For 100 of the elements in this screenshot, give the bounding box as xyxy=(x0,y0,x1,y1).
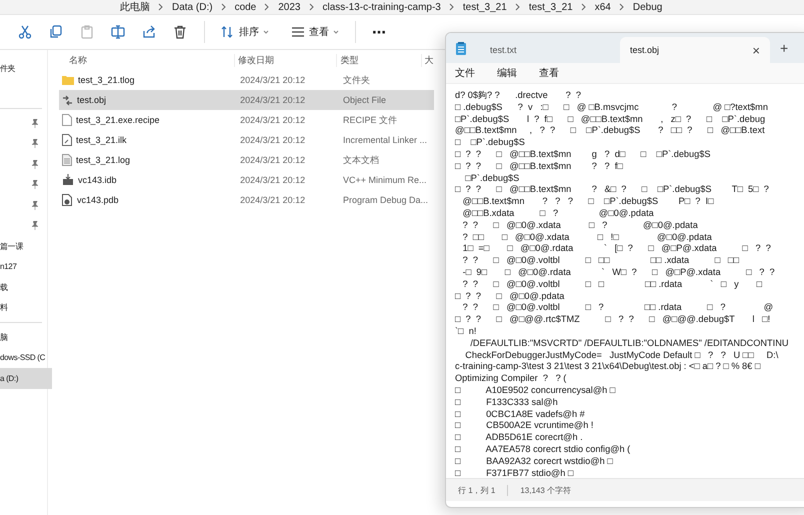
text-line: □ ? ? □ @□□B.text$mn g ? d□ □ □P`.debug$S xyxy=(455,148,712,161)
new-tab-button[interactable]: + xyxy=(780,40,788,56)
breadcrumb-item[interactable]: 2023 xyxy=(278,2,300,12)
share-icon[interactable] xyxy=(142,25,156,39)
breadcrumb-item[interactable]: test_3_21 xyxy=(528,2,573,12)
file-name: test_3_21.ilk xyxy=(76,135,127,145)
file-date: 2024/3/21 20:12 xyxy=(240,75,306,85)
text-line: □ ? ? □ @□0@.pdata xyxy=(455,290,566,302)
text-line: ? ? □ @□0@.xdata □ ? @□0@.pdata xyxy=(462,220,699,232)
file-row[interactable]: test_3_21.exe.recipe 2024/3/21 20:12 RECIPE 文件 xyxy=(59,110,434,130)
breadcrumb-item[interactable]: test_3_21 xyxy=(462,2,507,12)
breadcrumb-item[interactable]: Data (D:) xyxy=(172,2,213,12)
text-line: □ 0CBC1A8E vadefs@h # xyxy=(455,408,586,420)
text-line: □ BAA92A32 corecrt wstdio@h □ xyxy=(455,456,614,468)
debug-file-icon xyxy=(62,194,73,206)
file-type: 文本文档 xyxy=(342,154,380,166)
copy-icon[interactable] xyxy=(49,25,63,39)
chevron-icon xyxy=(220,3,227,11)
text-line: ? ? □ @□0@.voltbl □ □ □□ .rdata ` □ y □ xyxy=(462,278,764,291)
text-line: `□ n! xyxy=(455,326,478,338)
gear-arrows-icon xyxy=(62,94,73,106)
file-row[interactable]: test_3_21.ilk 2024/3/21 20:12 Incremental Linker ... xyxy=(59,130,434,150)
text-line: c-training-camp-3\test 3 21\test 3 21\x64\Debug\test.obj : <□ a□ ? □ % 8€ □ xyxy=(455,361,762,374)
text-line: CheckForDebuggerJustMyCode= JustMyCode Default □ ? ? U □□ D:\ xyxy=(464,350,780,362)
file-name: test_3_21.log xyxy=(76,155,130,165)
file-icon xyxy=(62,114,72,126)
sidebar-item[interactable]: 料 xyxy=(0,298,42,318)
sidebar-item[interactable]: a (D:) xyxy=(0,368,52,388)
view-button[interactable]: 查看 xyxy=(285,22,345,42)
paste-icon xyxy=(80,25,94,39)
sidebar-item[interactable]: 载 xyxy=(0,277,42,298)
sort-button[interactable]: 排序 xyxy=(215,22,275,42)
file-date: 2024/3/21 20:12 xyxy=(240,195,306,205)
sidebar-item[interactable]: 篇一课 xyxy=(0,236,42,256)
text-line: ? ? □ @□0@.voltbl □ ? □□ .rdata □ ? @ xyxy=(462,302,774,314)
text-line: 1□ =□ □ @□0@.rdata ` [□ ? □ @□P@.xdata □ ? ? xyxy=(462,243,772,256)
file-row[interactable]: vc143.pdb 2024/3/21 20:12 Program Debug Da... xyxy=(59,190,434,210)
file-date: 2024/3/21 20:12 xyxy=(240,135,306,145)
breadcrumb-item[interactable]: class-13-c-training-camp-3 xyxy=(322,2,441,12)
text-line: □P`.debug$S l ? f□ □ @□□B.text$mn , z□ ? □ □P`.debug xyxy=(455,114,766,126)
sidebar-item[interactable]: 件夹 xyxy=(0,58,42,78)
breadcrumb-item[interactable]: 此电脑 xyxy=(120,0,150,14)
file-name: test_3_21.exe.recipe xyxy=(76,115,160,125)
rename-icon[interactable] xyxy=(111,25,125,39)
trash-icon[interactable] xyxy=(173,25,187,39)
notepad-tab[interactable]: test.obj × xyxy=(620,37,770,63)
breadcrumb-item[interactable]: x64 xyxy=(594,2,611,12)
text-line: ? ? □ @□0@.voltbl □ □□ □□ .xdata □ □□ xyxy=(462,255,740,267)
file-name: vc143.idb xyxy=(78,175,117,185)
file-name: vc143.pdb xyxy=(77,195,119,205)
file-type: Program Debug Da... xyxy=(342,195,430,205)
notepad-tab[interactable]: test.txt xyxy=(480,37,620,63)
menu-item[interactable]: 文件 xyxy=(455,66,475,80)
file-row[interactable]: test_3_21.tlog 2024/3/21 20:12 文件夹 xyxy=(59,70,434,90)
file-row[interactable]: vc143.idb 2024/3/21 20:12 VC++ Minimum Re... xyxy=(59,170,434,190)
file-name: test_3_21.tlog xyxy=(78,75,135,85)
file-type: Object File xyxy=(342,95,387,105)
chevron-icon xyxy=(514,3,521,11)
text-line: □ F133C333 sal@h xyxy=(455,396,559,409)
file-row[interactable]: test_3_21.log 2024/3/21 20:12 文本文档 xyxy=(59,150,434,170)
text-line: □ □P`.debug$S xyxy=(455,137,526,149)
column-header[interactable]: 大 xyxy=(420,54,434,66)
file-row[interactable]: test.obj 2024/3/21 20:12 Object File xyxy=(59,90,434,110)
file-date: 2024/3/21 20:12 xyxy=(240,95,306,105)
database-file-icon xyxy=(62,174,74,186)
text-line: @□□B.xdata □ ? @□0@.pdata xyxy=(462,208,655,220)
file-type: 文件夹 xyxy=(342,74,371,86)
chevron-icon xyxy=(580,3,587,11)
breadcrumb-item[interactable]: code xyxy=(234,2,256,12)
column-header[interactable]: 类型 xyxy=(336,54,421,66)
sort-icon xyxy=(221,26,235,38)
caret-icon xyxy=(333,30,339,34)
text-line: ? □□ □ @□0@.xdata □ !□ @□0@.pdata xyxy=(462,232,713,244)
text-line: □ ? ? □ @□□B.text$mn ? ? f□ xyxy=(455,160,624,173)
text-line: @□□B.text$mn , ? ? □ □P`.debug$S ? □□ ? □ @□□B.text xyxy=(455,125,766,138)
text-line: □ .debug$S ? v :□ □ @ □B.msvcjmc ? @ □?text$mn xyxy=(455,102,769,114)
file-link-icon xyxy=(62,134,72,146)
menu-item[interactable]: 编辑 xyxy=(497,66,517,80)
file-type: VC++ Minimum Re... xyxy=(342,175,428,185)
file-type: Incremental Linker ... xyxy=(342,135,428,145)
text-line: □ ? ? □ @□@@.rtc$TMZ □ ? ? □ @□@@.debug$T l □! xyxy=(455,314,772,326)
breadcrumb-item[interactable]: Debug xyxy=(632,2,662,12)
file-date: 2024/3/21 20:12 xyxy=(240,155,306,165)
chevron-icon xyxy=(264,3,270,11)
cursor-position: 行 1，列 1 xyxy=(457,484,496,496)
file-date: 2024/3/21 20:12 xyxy=(240,175,306,185)
text-line: □ AA7EA578 corecrt stdio config@h ( xyxy=(455,444,632,456)
menu-item[interactable]: 查看 xyxy=(539,66,559,80)
sidebar-item[interactable]: 脑 xyxy=(0,327,47,348)
sidebar-item[interactable]: n127 xyxy=(0,256,42,277)
column-header[interactable]: 修改日期 xyxy=(234,54,336,66)
chevron-icon xyxy=(618,3,625,11)
text-file-icon xyxy=(62,154,72,166)
cut-icon[interactable] xyxy=(18,25,32,39)
more-button[interactable]: ⋯ xyxy=(366,20,392,44)
column-header[interactable]: 名称 xyxy=(59,54,234,66)
notepad-icon xyxy=(456,42,466,54)
text-line: □ CB500A2E vcruntime@h ! xyxy=(455,420,594,432)
sidebar-item[interactable]: dows-SSD (C xyxy=(0,348,47,368)
close-tab-button[interactable]: × xyxy=(752,42,760,58)
